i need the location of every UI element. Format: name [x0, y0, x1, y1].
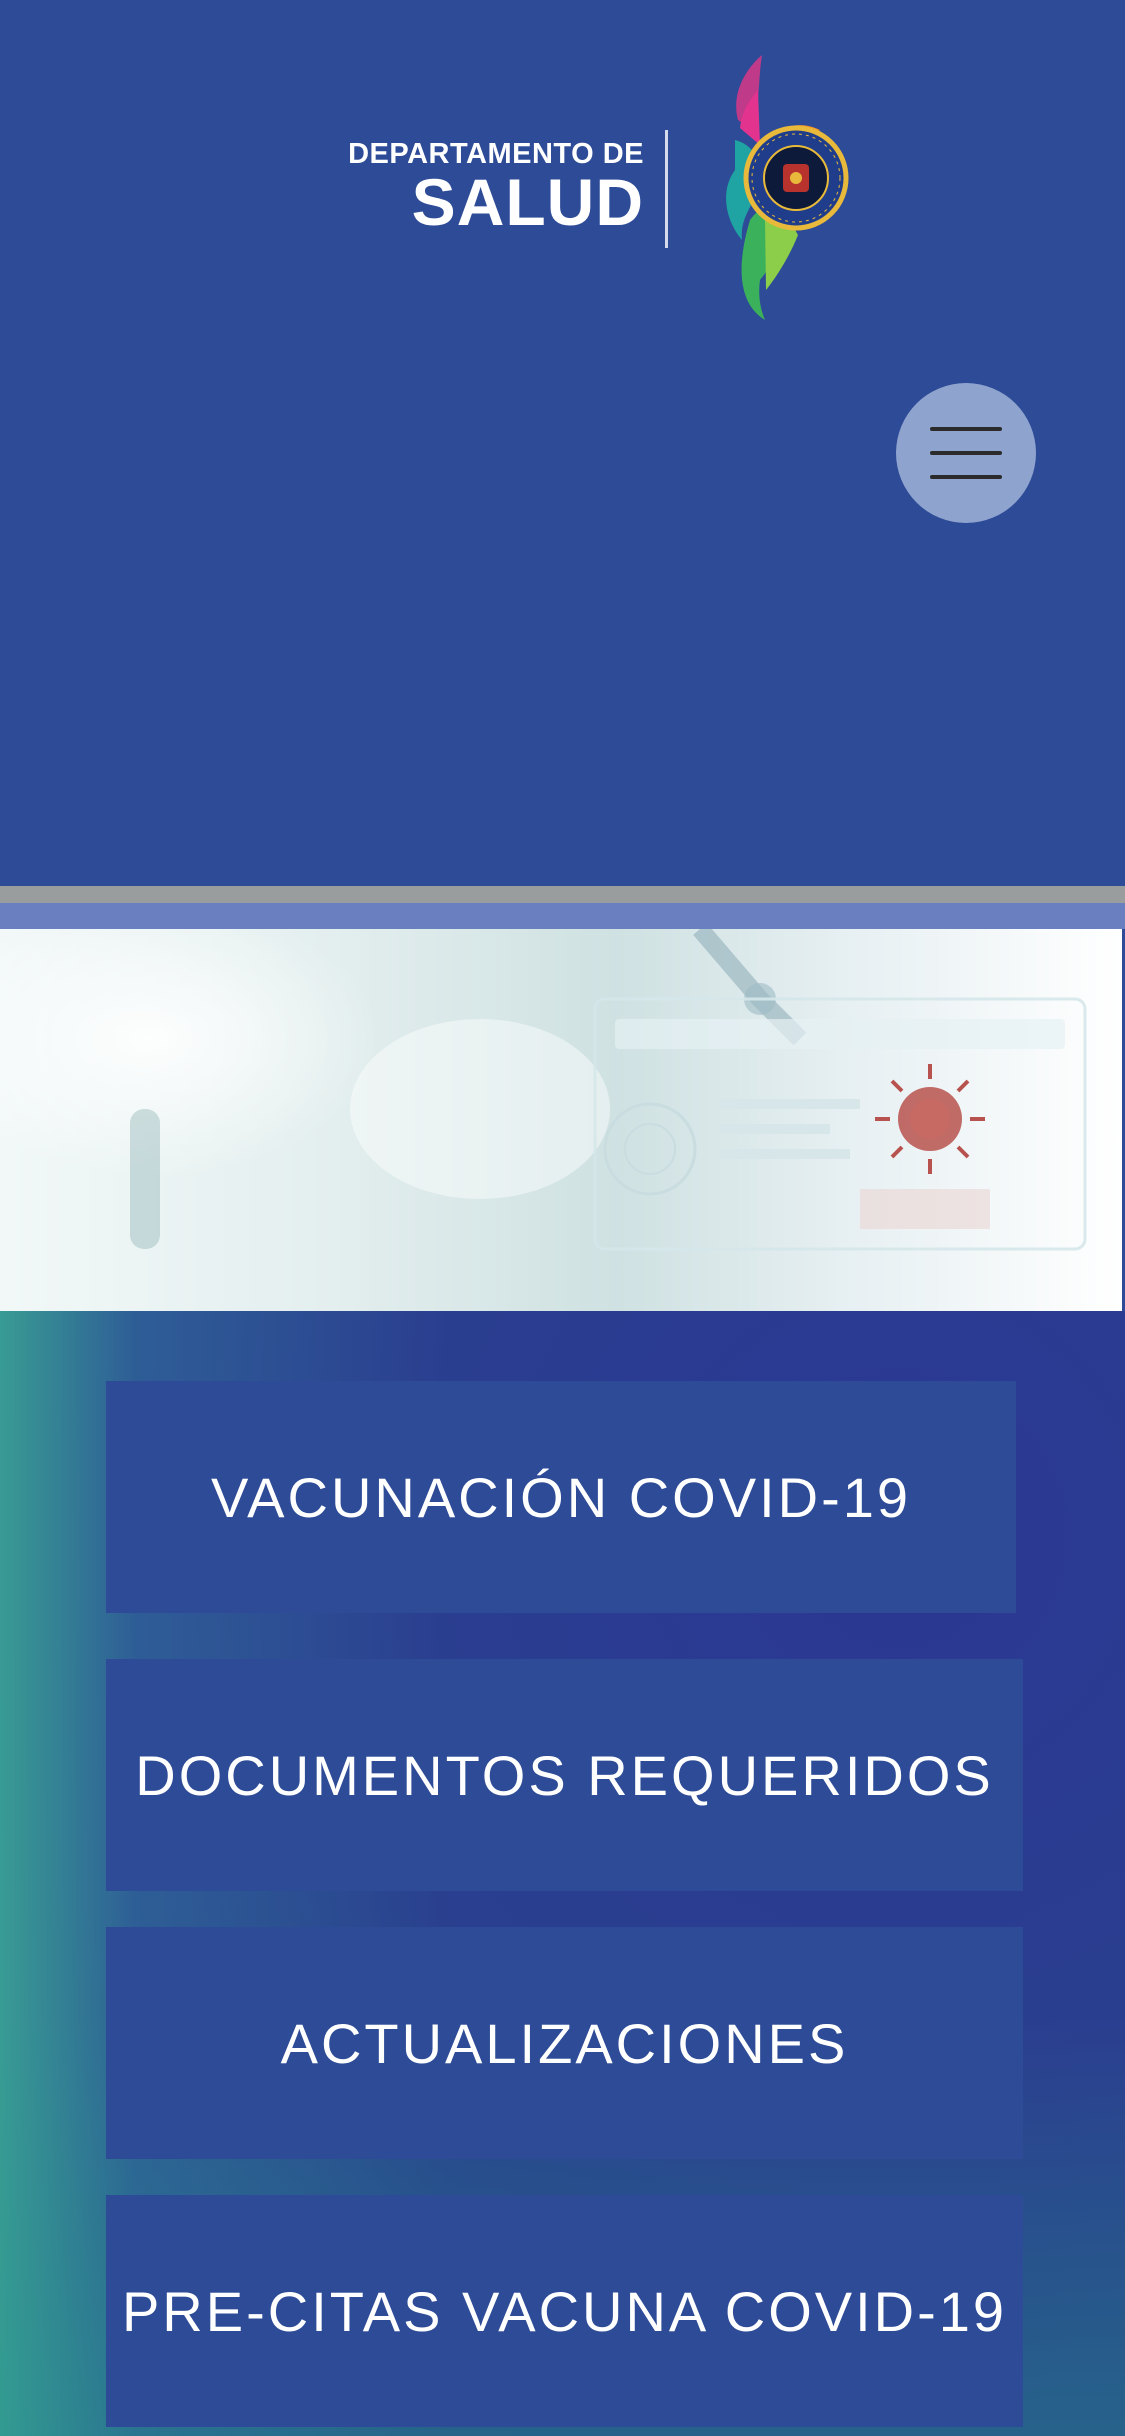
pre-citas-vacuna-label: PRE-CITAS VACUNA COVID-19: [121, 2279, 1008, 2343]
documentos-requeridos-label: DOCUMENTOS REQUERIDOS: [135, 1743, 994, 1807]
hamburger-menu-icon: [930, 423, 1002, 483]
departamento-salud-logo[interactable]: DEPARTAMENTO DE SALUD: [300, 50, 860, 330]
menu-button[interactable]: [896, 383, 1036, 523]
vacunacion-covid19-label: VACUNACIÓN COVID-19: [210, 1465, 912, 1529]
documentos-requeridos-button[interactable]: DOCUMENTOS REQUERIDOS: [106, 1659, 1023, 1891]
vacunacion-covid19-button[interactable]: VACUNACIÓN COVID-19: [106, 1381, 1016, 1613]
logo-line-2: SALUD: [411, 165, 644, 239]
header: DEPARTAMENTO DE SALUD: [0, 0, 1125, 886]
hero-banner-image: [0, 929, 1122, 1311]
actualizaciones-label: ACTUALIZACIONES: [280, 2011, 849, 2075]
logo-divider: [665, 130, 668, 248]
actualizaciones-button[interactable]: ACTUALIZACIONES: [106, 1927, 1023, 2159]
lab-virus-illustration: [0, 929, 1087, 1251]
puerto-rico-seal-icon: [726, 55, 849, 320]
header-divider-band: [0, 903, 1125, 929]
pre-citas-vacuna-button[interactable]: PRE-CITAS VACUNA COVID-19: [106, 2195, 1023, 2427]
header-divider: [0, 886, 1125, 903]
